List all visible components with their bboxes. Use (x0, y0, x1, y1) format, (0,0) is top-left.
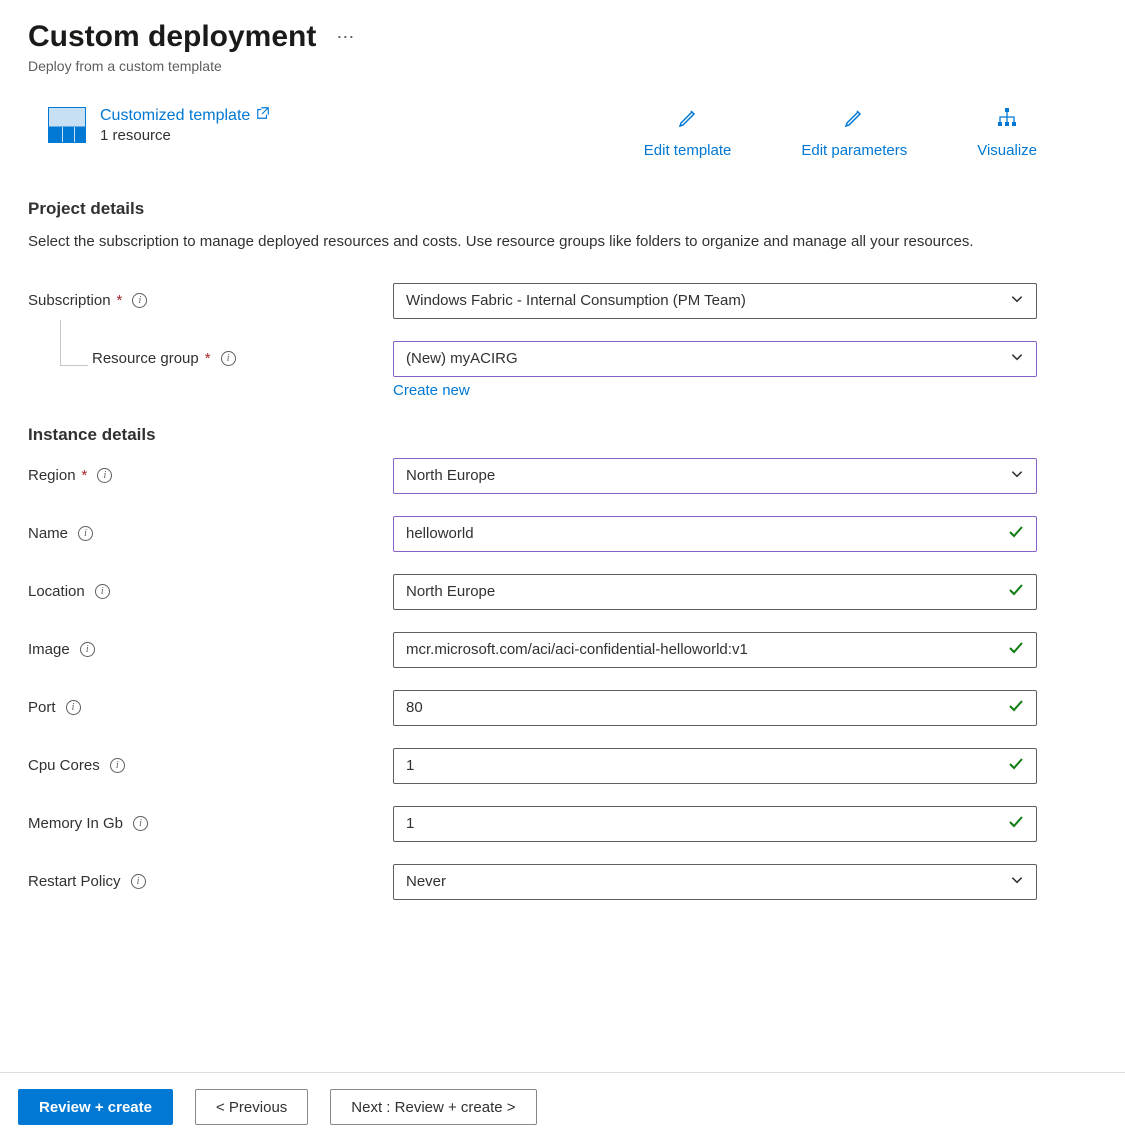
review-create-button[interactable]: Review + create (18, 1089, 173, 1125)
cpu-cores-label: Cpu Cores i (28, 757, 393, 774)
info-icon[interactable]: i (97, 468, 112, 483)
edit-template-button[interactable]: Edit template (644, 106, 732, 159)
more-icon[interactable]: ⋯ (336, 27, 356, 48)
chevron-down-icon (1010, 350, 1024, 368)
info-icon[interactable]: i (131, 874, 146, 889)
info-icon[interactable]: i (133, 816, 148, 831)
pencil-icon (842, 106, 866, 134)
location-label: Location i (28, 583, 393, 600)
resource-count: 1 resource (100, 127, 270, 144)
info-icon[interactable]: i (132, 293, 147, 308)
name-label: Name i (28, 525, 393, 542)
check-icon (1008, 698, 1024, 718)
hierarchy-icon (995, 106, 1019, 134)
port-label: Port i (28, 699, 393, 716)
info-icon[interactable]: i (80, 642, 95, 657)
info-icon[interactable]: i (95, 584, 110, 599)
project-details-heading: Project details (28, 199, 1097, 219)
edit-template-label: Edit template (644, 142, 732, 159)
check-icon (1008, 524, 1024, 544)
chevron-down-icon (1010, 292, 1024, 310)
restart-policy-label: Restart Policy i (28, 873, 393, 890)
chevron-down-icon (1010, 873, 1024, 891)
customized-template-link[interactable]: Customized template (100, 106, 270, 125)
page-subtitle: Deploy from a custom template (28, 58, 1097, 74)
region-dropdown[interactable]: North Europe (393, 458, 1037, 494)
check-icon (1008, 640, 1024, 660)
next-button[interactable]: Next : Review + create > (330, 1089, 536, 1125)
project-details-description: Select the subscription to manage deploy… (28, 231, 1028, 254)
image-label: Image i (28, 641, 393, 658)
memory-input[interactable]: 1 (393, 806, 1037, 842)
check-icon (1008, 756, 1024, 776)
cpu-cores-input[interactable]: 1 (393, 748, 1037, 784)
check-icon (1008, 582, 1024, 602)
resource-group-dropdown[interactable]: (New) myACIRG (393, 341, 1037, 377)
resource-group-label: Resource group* i (28, 350, 393, 367)
info-icon[interactable]: i (66, 700, 81, 715)
region-label: Region* i (28, 467, 393, 484)
visualize-button[interactable]: Visualize (977, 106, 1037, 159)
instance-details-heading: Instance details (28, 425, 1097, 445)
edit-parameters-label: Edit parameters (801, 142, 907, 159)
subscription-dropdown[interactable]: Windows Fabric - Internal Consumption (P… (393, 283, 1037, 319)
chevron-down-icon (1010, 467, 1024, 485)
location-input[interactable]: North Europe (393, 574, 1037, 610)
template-summary: Customized template 1 resource (48, 106, 270, 144)
memory-label: Memory In Gb i (28, 815, 393, 832)
template-link-label: Customized template (100, 107, 250, 125)
template-icon (48, 107, 86, 143)
pencil-icon (676, 106, 700, 134)
info-icon[interactable]: i (221, 351, 236, 366)
page-title: Custom deployment (28, 20, 316, 54)
previous-button[interactable]: < Previous (195, 1089, 308, 1125)
check-icon (1008, 814, 1024, 834)
restart-policy-dropdown[interactable]: Never (393, 864, 1037, 900)
port-input[interactable]: 80 (393, 690, 1037, 726)
visualize-label: Visualize (977, 142, 1037, 159)
info-icon[interactable]: i (110, 758, 125, 773)
subscription-label: Subscription* i (28, 292, 393, 309)
tree-line (60, 320, 88, 366)
edit-parameters-button[interactable]: Edit parameters (801, 106, 907, 159)
popout-icon (256, 106, 270, 125)
footer-bar: Review + create < Previous Next : Review… (0, 1072, 1125, 1141)
create-new-link[interactable]: Create new (393, 382, 470, 399)
name-input[interactable]: helloworld (393, 516, 1037, 552)
image-input[interactable]: mcr.microsoft.com/aci/aci-confidential-h… (393, 632, 1037, 668)
info-icon[interactable]: i (78, 526, 93, 541)
